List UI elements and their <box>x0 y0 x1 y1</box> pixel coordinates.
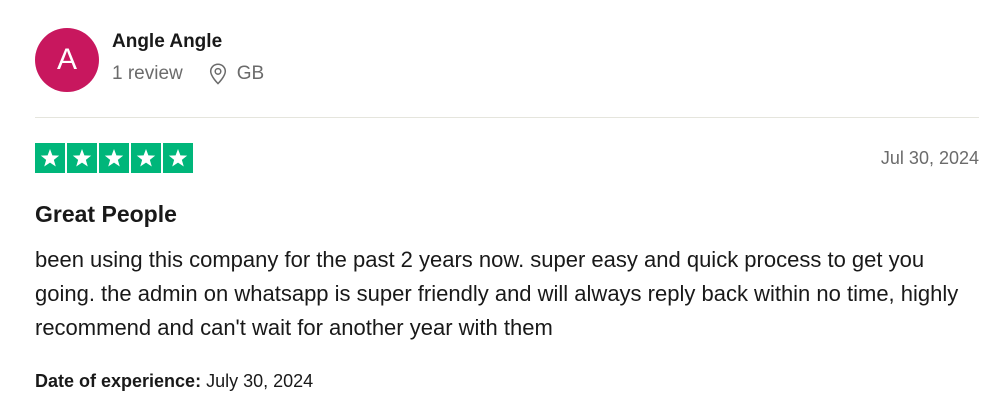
experience-label: Date of experience: <box>35 371 202 391</box>
reviewer-info: Angle Angle 1 review GB <box>112 31 264 86</box>
star-icon <box>35 143 65 173</box>
reviewer-location: GB <box>209 62 264 86</box>
experience-date: July 30, 2024 <box>206 371 314 391</box>
date-of-experience: Date of experience: July 30, 2024 <box>35 370 313 392</box>
reviewer-header: A Angle Angle 1 review GB <box>35 28 264 92</box>
avatar[interactable]: A <box>35 28 99 92</box>
review-card: A Angle Angle 1 review GB Jul 30, 2024 G… <box>0 0 1007 411</box>
star-icon <box>131 143 161 173</box>
reviewer-name[interactable]: Angle Angle <box>112 30 264 54</box>
review-date: Jul 30, 2024 <box>880 148 979 168</box>
reviewer-meta: 1 review GB <box>112 62 264 86</box>
avatar-initial: A <box>56 43 77 76</box>
divider <box>35 117 979 118</box>
review-count: 1 review <box>112 63 183 84</box>
star-icon <box>99 143 129 173</box>
review-title[interactable]: Great People <box>35 200 177 228</box>
star-icon <box>67 143 97 173</box>
star-icon <box>163 143 193 173</box>
reviewer-country: GB <box>236 63 265 84</box>
review-body: been using this company for the past 2 y… <box>35 247 959 340</box>
star-rating <box>35 143 195 173</box>
location-pin-icon <box>209 63 227 85</box>
